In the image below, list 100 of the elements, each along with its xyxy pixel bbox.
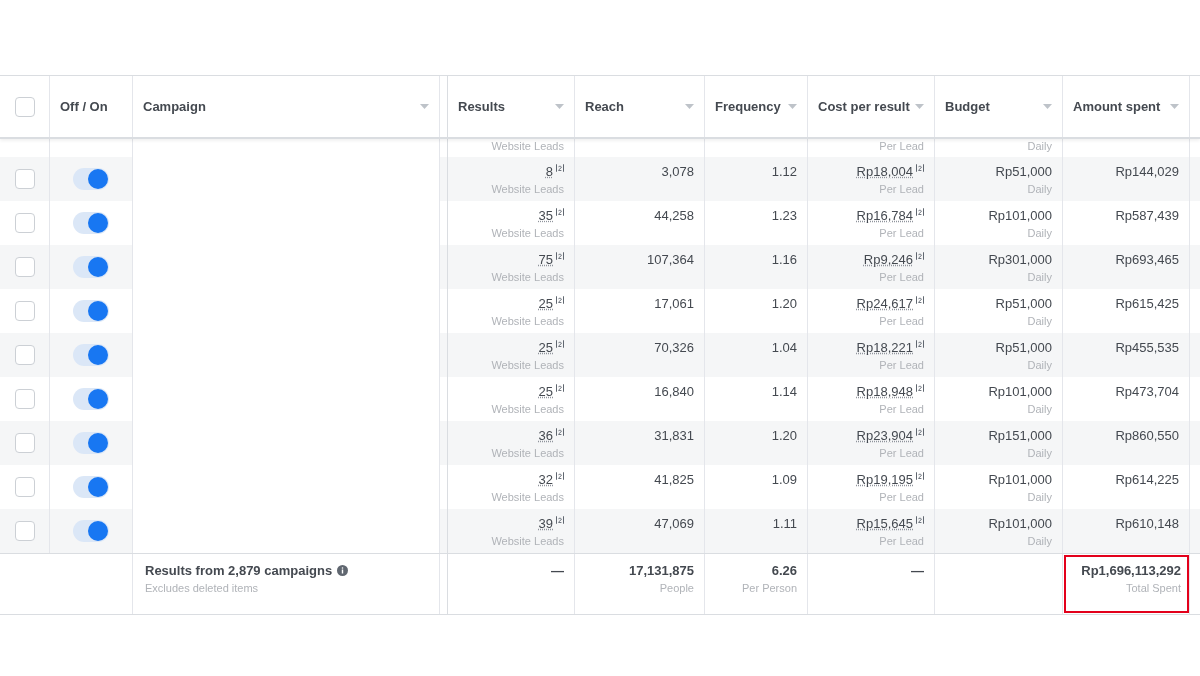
table-cell: 41,825 xyxy=(654,472,694,487)
table-cell[interactable]: 32 xyxy=(538,472,553,487)
toggle-switch[interactable] xyxy=(73,388,109,410)
table-cell[interactable]: Rp24,617 xyxy=(856,296,913,311)
table-cell: Daily xyxy=(1027,271,1052,283)
sort-caret-icon[interactable] xyxy=(555,104,564,109)
table-cell: Rp587,439 xyxy=(1115,208,1179,223)
table-cell: Rp615,425 xyxy=(1115,296,1179,311)
column-header[interactable]: Results xyxy=(448,76,575,137)
toggle-switch[interactable] xyxy=(73,476,109,498)
bracket-number-icon xyxy=(556,384,564,392)
table-cell[interactable]: 39 xyxy=(538,516,553,531)
table-cell: 1.11 xyxy=(772,516,797,531)
table-cell: Total Spent xyxy=(1125,582,1181,594)
table-row[interactable]: 25 Website Leads 17,061 1.20 Rp24,617 Per Lead Rp51,000 Daily Rp615,425 xyxy=(0,289,1200,333)
table-cell: Per Lead xyxy=(879,140,924,152)
bracket-number-icon xyxy=(556,516,564,524)
table-cell: Per Lead xyxy=(879,447,924,459)
table-cell[interactable]: 8 xyxy=(545,164,553,179)
table-cell: Rp51,000 xyxy=(995,164,1052,179)
table-cell[interactable]: 75 xyxy=(538,252,553,267)
bracket-number-icon xyxy=(556,208,564,216)
table-row[interactable]: 25 Website Leads 70,326 1.04 Rp18,221 Per Lead Rp51,000 Daily Rp455,535 xyxy=(0,333,1200,377)
bracket-number-icon xyxy=(916,296,924,304)
row-checkbox[interactable] xyxy=(14,521,35,541)
column-header[interactable]: Amount spent xyxy=(1063,76,1190,137)
sort-caret-icon[interactable] xyxy=(685,104,694,109)
sort-caret-icon[interactable] xyxy=(915,104,924,109)
table-cell: Rp614,225 xyxy=(1115,472,1179,487)
row-checkbox[interactable] xyxy=(14,213,35,233)
table-cell: Per Lead xyxy=(879,491,924,503)
table-cell: 70,326 xyxy=(654,340,694,355)
toggle-switch[interactable] xyxy=(73,432,109,454)
toggle-switch[interactable] xyxy=(73,212,109,234)
row-checkbox[interactable] xyxy=(14,301,35,321)
table-cell[interactable]: Rp16,784 xyxy=(856,208,913,223)
table-row[interactable]: 32 Website Leads 41,825 1.09 Rp19,195 Per Lead Rp101,000 Daily Rp614,225 xyxy=(0,465,1200,509)
table-cell: 17,061 xyxy=(654,296,694,311)
row-checkbox[interactable] xyxy=(14,433,35,453)
sort-caret-icon[interactable] xyxy=(1043,104,1052,109)
column-header[interactable]: Reach xyxy=(575,76,705,137)
table-cell: 16,840 xyxy=(654,384,694,399)
table-cell: 107,364 xyxy=(647,252,694,267)
row-checkbox[interactable] xyxy=(14,169,35,189)
table-cell: Rp860,550 xyxy=(1115,428,1179,443)
table-cell[interactable]: 35 xyxy=(538,208,553,223)
table-cell[interactable]: Rp19,195 xyxy=(856,472,913,487)
toggle-switch[interactable] xyxy=(73,256,109,278)
table-cell[interactable]: Rp9,246 xyxy=(863,252,913,267)
table-cell[interactable]: Rp15,645 xyxy=(856,516,913,531)
bracket-number-icon xyxy=(916,340,924,348)
column-header[interactable]: Cost per result xyxy=(808,76,935,137)
bracket-number-icon xyxy=(916,164,924,172)
table-cell: Website Leads xyxy=(491,359,564,371)
table-cell[interactable]: Rp18,004 xyxy=(856,164,913,179)
table-cell[interactable]: Rp18,221 xyxy=(856,340,913,355)
info-icon[interactable] xyxy=(337,565,349,576)
bracket-number-icon xyxy=(556,296,564,304)
table-cell[interactable]: Rp23,904 xyxy=(856,428,913,443)
table-row[interactable]: 8 Website Leads 3,078 1.12 Rp18,004 Per Lead Rp51,000 Daily Rp144,029 xyxy=(0,157,1200,201)
select-all-checkbox[interactable] xyxy=(14,96,35,117)
sort-caret-icon[interactable] xyxy=(788,104,797,109)
table-cell: Daily xyxy=(1027,183,1052,195)
table-cell: Rp101,000 xyxy=(988,472,1052,487)
table-cell: 1.20 xyxy=(771,428,797,443)
column-header[interactable]: Campaign xyxy=(133,76,440,137)
row-checkbox[interactable] xyxy=(14,389,35,409)
table-cell: 1.23 xyxy=(771,208,797,223)
table-cell: Rp51,000 xyxy=(995,296,1052,311)
column-header[interactable]: Budget xyxy=(935,76,1063,137)
toggle-switch[interactable] xyxy=(73,520,109,542)
row-checkbox[interactable] xyxy=(14,257,35,277)
table-cell: Daily xyxy=(1027,535,1052,547)
row-checkbox[interactable] xyxy=(14,345,35,365)
column-header[interactable]: Off / On xyxy=(50,76,133,137)
table-row[interactable]: 39 Website Leads 47,069 1.11 Rp15,645 Per Lead Rp101,000 Daily Rp610,148 xyxy=(0,509,1200,553)
toggle-switch[interactable] xyxy=(73,300,109,322)
sort-caret-icon[interactable] xyxy=(420,104,429,109)
toggle-switch[interactable] xyxy=(73,168,109,190)
table-cell: Website Leads xyxy=(491,183,564,195)
table-cell: Website Leads xyxy=(491,491,564,503)
table-cell: Rp101,000 xyxy=(988,516,1052,531)
table-cell[interactable]: 25 xyxy=(538,384,553,399)
toggle-switch[interactable] xyxy=(73,344,109,366)
table-cell: 3,078 xyxy=(661,164,694,179)
table-cell[interactable]: 36 xyxy=(538,428,553,443)
table-row[interactable]: 75 Website Leads 107,364 1.16 Rp9,246 Per Lead Rp301,000 Daily Rp693,465 xyxy=(0,245,1200,289)
table-cell[interactable]: Rp18,948 xyxy=(856,384,913,399)
table-cell[interactable]: 25 xyxy=(538,340,553,355)
row-checkbox[interactable] xyxy=(14,477,35,497)
table-row[interactable]: 25 Website Leads 16,840 1.14 Rp18,948 Per Lead Rp101,000 Daily Rp473,704 xyxy=(0,377,1200,421)
table-row[interactable]: 35 Website Leads 44,258 1.23 Rp16,784 Per Lead Rp101,000 Daily Rp587,439 xyxy=(0,201,1200,245)
column-header[interactable]: Frequency xyxy=(705,76,808,137)
table-cell: 1.20 xyxy=(771,296,797,311)
bracket-number-icon xyxy=(556,164,564,172)
table-cell[interactable]: 25 xyxy=(538,296,553,311)
table-row[interactable]: 36 Website Leads 31,831 1.20 Rp23,904 Per Lead Rp151,000 Daily Rp860,550 xyxy=(0,421,1200,465)
table-cell: 17,131,875 xyxy=(628,563,694,578)
sort-caret-icon[interactable] xyxy=(1170,104,1179,109)
bracket-number-icon xyxy=(556,252,564,260)
